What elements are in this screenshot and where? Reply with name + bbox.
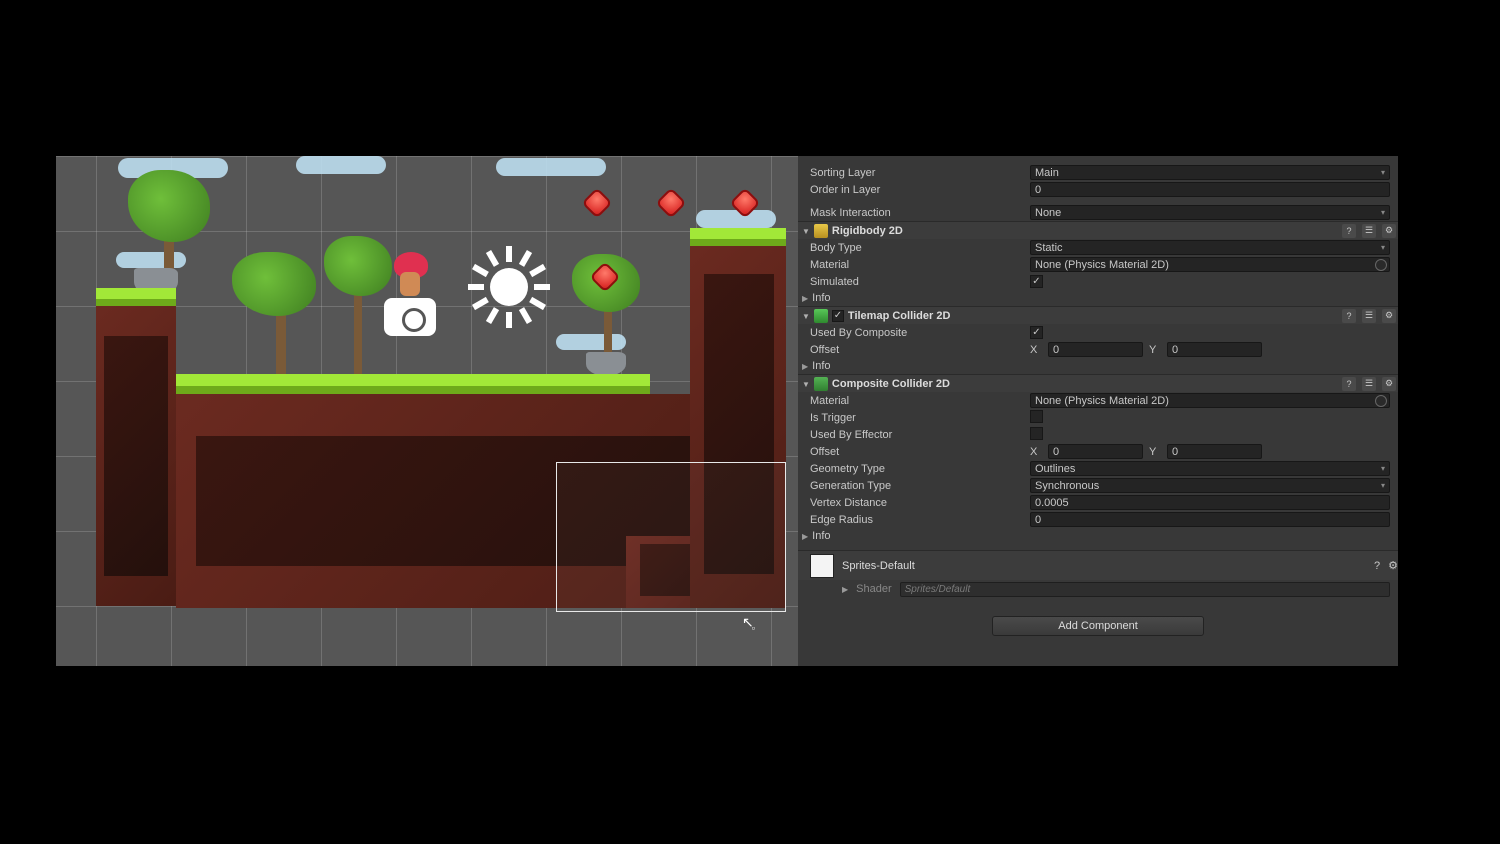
used-by-composite-label: Used By Composite [810,327,1030,339]
mask-interaction-dropdown[interactable]: None [1030,205,1390,220]
cc-offset-x-input[interactable] [1048,444,1143,459]
rb-info-foldout[interactable]: Info [798,290,1398,306]
used-by-effector-checkbox[interactable] [1030,427,1043,440]
generation-type-dropdown[interactable]: Synchronous [1030,478,1390,493]
simulated-label: Simulated [810,276,1030,288]
grass-tile [690,228,786,246]
preset-icon[interactable]: ☰ [1362,377,1376,391]
rigidbody-icon [814,224,828,238]
order-in-layer-input[interactable] [1030,182,1390,197]
cc-material-label: Material [810,395,1030,407]
simulated-checkbox[interactable]: ✓ [1030,275,1043,288]
gear-icon[interactable]: ⚙ [1382,377,1396,391]
edge-radius-input[interactable] [1030,512,1390,527]
help-icon[interactable]: ? [1342,309,1356,323]
tilemap-collider-enable-checkbox[interactable]: ✓ [832,310,844,322]
cloud-sprite [496,158,606,176]
x-axis-label: X [1030,446,1042,458]
selection-rectangle [556,462,786,612]
inspector-panel: Sorting Layer Main Order in Layer Mask I… [798,156,1398,666]
camera-gizmo-icon[interactable] [384,298,436,336]
cc-info-foldout[interactable]: Info [798,528,1398,544]
edge-radius-label: Edge Radius [810,514,1030,526]
rb-material-label: Material [810,259,1030,271]
shader-label: Shader [856,583,891,595]
y-axis-label: Y [1149,344,1161,356]
scene-view[interactable]: ↖▫ [56,156,798,666]
vertex-distance-label: Vertex Distance [810,497,1030,509]
cloud-sprite [116,252,186,268]
tc-offset-label: Offset [810,344,1030,356]
cc-offset-label: Offset [810,446,1030,458]
dark-dirt-tile [104,336,168,576]
composite-collider-icon [814,377,828,391]
gem-sprite [581,187,612,218]
object-picker-icon[interactable] [1375,259,1387,271]
help-icon[interactable]: ? [1342,224,1356,238]
grass-tile [96,288,176,306]
sorting-layer-dropdown[interactable]: Main [1030,165,1390,180]
tc-offset-x-input[interactable] [1048,342,1143,357]
used-by-composite-checkbox[interactable]: ✓ [1030,326,1043,339]
unity-editor-window: ↖▫ Sorting Layer Main Order in Layer Mas… [56,156,1398,666]
generation-type-label: Generation Type [810,480,1030,492]
tilemap-collider-icon [814,309,828,323]
tc-offset-y-input[interactable] [1167,342,1262,357]
body-type-label: Body Type [810,242,1030,254]
y-axis-label: Y [1149,446,1161,458]
cloud-sprite [296,156,386,174]
cc-material-field[interactable]: None (Physics Material 2D) [1030,393,1390,408]
rb-material-field[interactable]: None (Physics Material 2D) [1030,257,1390,272]
add-component-button[interactable]: Add Component [992,616,1204,636]
x-axis-label: X [1030,344,1042,356]
tree-foliage [324,236,392,296]
grass-tile [176,374,650,394]
is-trigger-label: Is Trigger [810,412,1030,424]
rock-sprite [586,352,626,376]
material-slot[interactable]: Sprites-Default ? ⚙ [798,550,1398,580]
cc-offset-y-input[interactable] [1167,444,1262,459]
body-type-dropdown[interactable]: Static [1030,240,1390,255]
order-in-layer-label: Order in Layer [810,184,1030,196]
rigidbody-component-header[interactable]: Rigidbody 2D ? ☰ ⚙ [798,221,1398,239]
gem-sprite [655,187,686,218]
mouse-cursor-icon: ↖▫ [742,614,757,631]
light-gizmo-icon[interactable] [490,268,528,306]
cloud-sprite [556,334,626,350]
mask-interaction-label: Mask Interaction [810,207,1030,219]
tilemap-collider-component-header[interactable]: ✓ Tilemap Collider 2D ? ☰ ⚙ [798,306,1398,324]
is-trigger-checkbox[interactable] [1030,410,1043,423]
object-picker-icon[interactable] [1375,395,1387,407]
gear-icon[interactable]: ⚙ [1388,559,1398,572]
geometry-type-label: Geometry Type [810,463,1030,475]
vertex-distance-input[interactable] [1030,495,1390,510]
preset-icon[interactable]: ☰ [1362,224,1376,238]
used-by-effector-label: Used By Effector [810,429,1030,441]
composite-collider-component-header[interactable]: Composite Collider 2D ? ☰ ⚙ [798,374,1398,392]
player-character-sprite [394,252,426,298]
tc-info-foldout[interactable]: Info [798,358,1398,374]
cloud-sprite [696,210,776,228]
gear-icon[interactable]: ⚙ [1382,309,1396,323]
preset-icon[interactable]: ☰ [1362,309,1376,323]
material-preview-icon [810,554,834,578]
material-name: Sprites-Default [842,560,915,572]
shader-dropdown[interactable]: Sprites/Default [900,582,1390,597]
help-icon[interactable]: ? [1374,560,1380,572]
sorting-layer-label: Sorting Layer [810,167,1030,179]
gear-icon[interactable]: ⚙ [1382,224,1396,238]
help-icon[interactable]: ? [1342,377,1356,391]
geometry-type-dropdown[interactable]: Outlines [1030,461,1390,476]
